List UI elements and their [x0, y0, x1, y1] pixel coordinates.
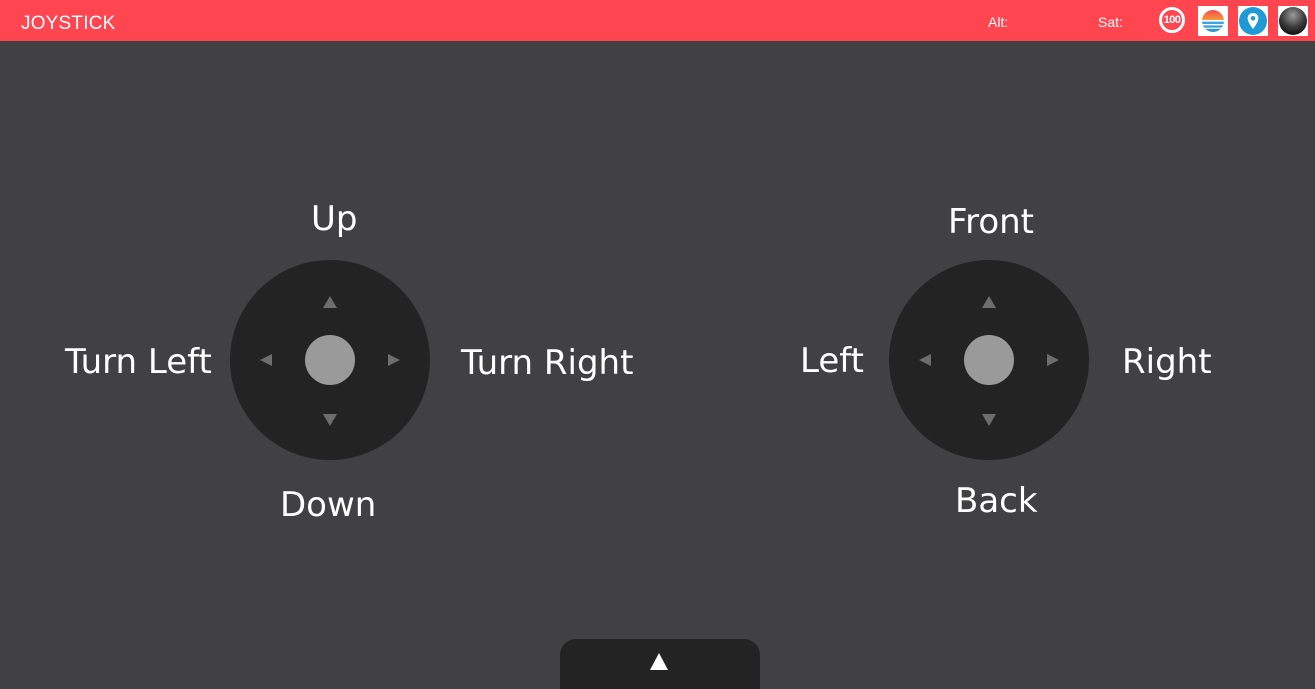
right-arrow-icon [388, 354, 400, 366]
right-arrow-icon [1047, 354, 1059, 366]
up-arrow-icon [982, 296, 996, 308]
left-joystick-left-label: Turn Left [65, 342, 212, 382]
left-arrow-icon [919, 354, 931, 366]
left-joystick-knob[interactable] [305, 335, 355, 385]
down-arrow-icon [323, 414, 337, 426]
left-arrow-icon [260, 354, 272, 366]
right-joystick[interactable] [889, 260, 1089, 460]
location-icon[interactable] [1238, 6, 1268, 36]
right-joystick-down-label: Back [955, 481, 1038, 521]
right-joystick-right-label: Right [1122, 342, 1212, 382]
left-joystick-down-label: Down [280, 485, 377, 525]
battery-icon[interactable]: 100 [1159, 7, 1185, 33]
top-bar: JOYSTICK Alt: Sat: 100 [0, 0, 1315, 41]
altitude-label: Alt: [988, 14, 1009, 30]
right-joystick-left-label: Left [800, 341, 864, 381]
up-arrow-icon [323, 296, 337, 308]
left-joystick-right-label: Turn Right [461, 343, 634, 383]
weather-icon[interactable] [1198, 6, 1228, 36]
left-joystick[interactable] [230, 260, 430, 460]
expand-up-icon [650, 653, 668, 670]
down-arrow-icon [982, 414, 996, 426]
right-joystick-up-label: Front [948, 202, 1034, 242]
status-icon[interactable] [1278, 6, 1308, 36]
left-joystick-up-label: Up [311, 199, 358, 239]
app-title: JOYSTICK [21, 13, 116, 34]
bottom-panel-toggle[interactable] [560, 639, 760, 689]
right-joystick-knob[interactable] [964, 335, 1014, 385]
satellite-label: Sat: [1098, 14, 1123, 30]
